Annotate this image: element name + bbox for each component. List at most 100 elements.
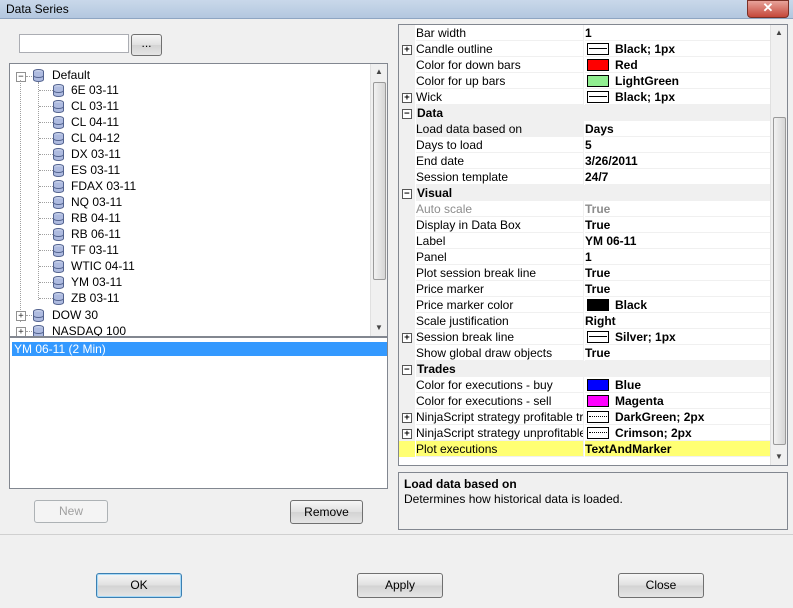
property-row[interactable]: Auto scale True [399, 201, 771, 217]
property-name: End date [416, 153, 584, 169]
property-value[interactable]: 3/26/2011 [585, 153, 771, 169]
property-value[interactable]: Black; 1px [585, 89, 771, 105]
instrument-search-input[interactable] [19, 34, 129, 53]
property-row[interactable]: Plot executions TextAndMarker [399, 441, 771, 457]
expand-icon[interactable]: + [402, 429, 412, 439]
tree-node-group[interactable]: NASDAQ 100 [52, 323, 126, 336]
tree-scrollbar[interactable]: ▲ ▼ [370, 64, 387, 336]
property-value[interactable]: DarkGreen; 2px [585, 409, 771, 425]
tree-node-instrument[interactable]: WTIC 04-11 [71, 258, 135, 274]
property-row[interactable]: + Wick Black; 1px [399, 89, 771, 105]
property-row[interactable]: Days to load 5 [399, 137, 771, 153]
tree-node-instrument[interactable]: TF 03-11 [71, 242, 119, 258]
property-value[interactable]: 1 [585, 249, 771, 265]
property-row[interactable]: + NinjaScript strategy unprofitable tr Cri… [399, 425, 771, 441]
property-value[interactable]: 1 [585, 25, 771, 41]
property-row[interactable]: Color for executions - sell Magenta [399, 393, 771, 409]
property-value[interactable]: Silver; 1px [585, 329, 771, 345]
scroll-thumb[interactable] [773, 117, 786, 445]
ok-button[interactable]: OK [96, 573, 182, 598]
property-row[interactable]: Color for up bars LightGreen [399, 73, 771, 89]
expand-icon[interactable]: + [16, 311, 26, 321]
scroll-down-icon[interactable]: ▼ [371, 320, 387, 336]
expand-icon[interactable]: + [402, 45, 412, 55]
property-row[interactable]: Scale justification Right [399, 313, 771, 329]
property-value[interactable]: True [585, 217, 771, 233]
tree-node-instrument[interactable]: CL 04-11 [71, 114, 119, 130]
tree-node-default[interactable]: Default [52, 67, 90, 83]
property-row[interactable]: Plot session break line True [399, 265, 771, 281]
property-row[interactable]: Panel 1 [399, 249, 771, 265]
property-value[interactable]: 24/7 [585, 169, 771, 185]
tree-node-instrument[interactable]: 6E 03-11 [71, 82, 119, 98]
property-row[interactable]: Display in Data Box True [399, 217, 771, 233]
collapse-icon[interactable]: − [402, 189, 412, 199]
scroll-up-icon[interactable]: ▲ [371, 64, 387, 80]
tree-node-instrument[interactable]: CL 04-12 [71, 130, 120, 146]
collapse-icon[interactable]: − [402, 109, 412, 119]
property-row[interactable]: Color for down bars Red [399, 57, 771, 73]
property-value[interactable]: True [585, 281, 771, 297]
series-list-item[interactable]: YM 06-11 (2 Min) [12, 342, 387, 356]
property-value[interactable]: Magenta [585, 393, 771, 409]
property-value[interactable]: Black; 1px [585, 41, 771, 57]
tree-node-instrument[interactable]: ES 03-11 [71, 162, 120, 178]
property-row[interactable]: Label YM 06-11 [399, 233, 771, 249]
property-row[interactable]: + NinjaScript strategy profitable trad Dar… [399, 409, 771, 425]
grid-scrollbar[interactable]: ▲ ▼ [770, 25, 787, 465]
collapse-icon[interactable]: − [16, 72, 26, 82]
tree-node-instrument[interactable]: FDAX 03-11 [71, 178, 136, 194]
property-value[interactable]: True [585, 201, 771, 217]
tree-node-instrument[interactable]: RB 06-11 [71, 226, 121, 242]
property-value[interactable]: Right [585, 313, 771, 329]
category-data[interactable]: − Data [399, 105, 772, 121]
property-value[interactable]: YM 06-11 [585, 233, 771, 249]
category-visual[interactable]: − Visual [399, 185, 772, 201]
close-window-button[interactable]: ✕ [747, 0, 789, 18]
property-row[interactable]: End date 3/26/2011 [399, 153, 771, 169]
scroll-up-icon[interactable]: ▲ [771, 25, 787, 41]
tree-node-instrument[interactable]: ZB 03-11 [71, 290, 119, 306]
new-button[interactable]: New [34, 500, 108, 523]
expand-icon[interactable]: + [402, 333, 412, 343]
remove-button[interactable]: Remove [290, 500, 363, 524]
tree-node-instrument[interactable]: DX 03-11 [71, 146, 121, 162]
category-trades[interactable]: − Trades [399, 361, 772, 377]
property-row[interactable]: Session template 24/7 [399, 169, 771, 185]
property-value[interactable]: True [585, 345, 771, 361]
expand-icon[interactable]: + [402, 93, 412, 103]
property-value[interactable]: Days [585, 121, 771, 137]
property-grid[interactable]: Bar width 1 + Candle outline Black; 1px Color… [398, 24, 788, 466]
property-value[interactable]: Black [585, 297, 771, 313]
property-row[interactable]: + Candle outline Black; 1px [399, 41, 771, 57]
expand-icon[interactable]: + [16, 327, 26, 336]
property-value[interactable]: Red [585, 57, 771, 73]
property-row[interactable]: Price marker True [399, 281, 771, 297]
expand-icon[interactable]: + [402, 413, 412, 423]
property-value[interactable]: True [585, 265, 771, 281]
browse-button[interactable]: ... [131, 34, 162, 56]
tree-node-instrument[interactable]: YM 03-11 [71, 274, 122, 290]
property-value[interactable]: Crimson; 2px [585, 425, 771, 441]
instrument-tree[interactable]: − Default 6E 03-11 CL 03-11 CL 04-11 CL 04-12… [9, 63, 388, 337]
property-value[interactable]: Blue [585, 377, 771, 393]
data-series-list[interactable]: YM 06-11 (2 Min) [9, 337, 388, 489]
scroll-down-icon[interactable]: ▼ [771, 449, 787, 465]
close-button[interactable]: Close [618, 573, 704, 598]
property-row[interactable]: + Session break line Silver; 1px [399, 329, 771, 345]
property-row[interactable]: Color for executions - buy Blue [399, 377, 771, 393]
tree-node-instrument[interactable]: RB 04-11 [71, 210, 121, 226]
property-value[interactable]: 5 [585, 137, 771, 153]
property-row[interactable]: Bar width 1 [399, 25, 771, 41]
property-value[interactable]: LightGreen [585, 73, 771, 89]
property-row[interactable]: Show global draw objects True [399, 345, 771, 361]
tree-node-group[interactable]: DOW 30 [52, 307, 98, 323]
collapse-icon[interactable]: − [402, 365, 412, 375]
property-row[interactable]: Price marker color Black [399, 297, 771, 313]
apply-button[interactable]: Apply [357, 573, 443, 598]
tree-node-instrument[interactable]: NQ 03-11 [71, 194, 122, 210]
property-value[interactable]: TextAndMarker [585, 441, 771, 457]
property-row[interactable]: Load data based on Days [399, 121, 771, 137]
scroll-thumb[interactable] [373, 82, 386, 280]
tree-node-instrument[interactable]: CL 03-11 [71, 98, 119, 114]
